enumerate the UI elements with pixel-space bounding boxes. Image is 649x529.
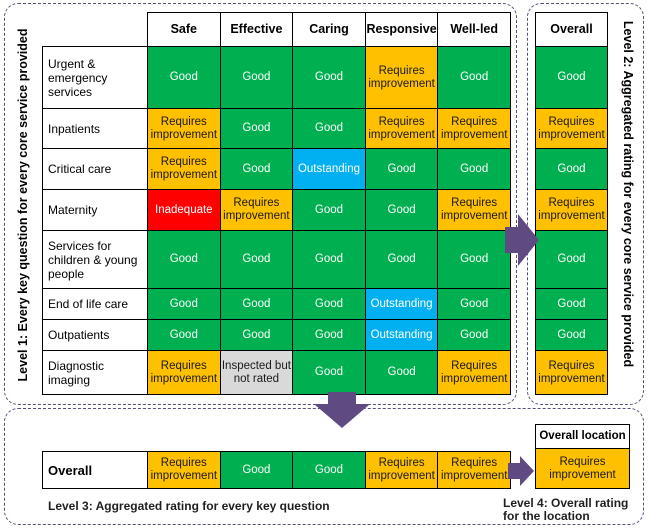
arrow-down-to-level3-icon: [314, 392, 370, 428]
rating-cell-well-led: Requires improvement: [437, 189, 511, 231]
rating-cell-well-led: Good: [437, 148, 511, 190]
rating-cell-caring: Good: [292, 108, 366, 149]
service-name: Urgent & emergency services: [42, 46, 148, 109]
overall-service-rating: Good: [535, 46, 608, 109]
overall-service-rating: Requires improvement: [535, 189, 608, 231]
level3-rating-well-led: Requires improvement: [437, 451, 511, 489]
service-row-inpatients: Inpatients Requires improvement Good Good Re…: [42, 108, 511, 149]
arrow-right-to-level2-icon: [505, 214, 539, 266]
level1-label: Level 1: Every key question for every co…: [16, 28, 30, 382]
rating-cell-caring: Good: [292, 350, 366, 395]
level3-rating-safe: Requires improvement: [147, 451, 221, 489]
level1-ratings-table: Safe Effective Caring Responsive Well-led Urg…: [42, 12, 511, 395]
service-row-urgent-emergency-services: Urgent & emergency services Good Good Good R…: [42, 46, 511, 109]
service-name: End of life care: [42, 288, 148, 320]
rating-cell-well-led: Good: [437, 319, 511, 351]
column-header-well-led: Well-led: [437, 12, 511, 47]
service-name: Critical care: [42, 148, 148, 190]
rating-cell-caring: Good: [292, 319, 366, 351]
service-name: Services for children & young people: [42, 230, 148, 289]
rating-cell-responsive: Good: [364, 350, 439, 395]
overall-location-rating: Requires improvement: [535, 448, 630, 489]
rating-cell-caring: Good: [292, 46, 366, 109]
overall-service-rating: Good: [535, 319, 608, 351]
rating-cell-safe: Good: [147, 288, 221, 320]
level3-rating-effective: Good: [219, 451, 294, 489]
rating-cell-effective: Good: [219, 230, 294, 289]
service-row-end-of-life-care: End of life care Good Good Good Outstanding G…: [42, 288, 511, 320]
service-name: Diagnostic imaging: [42, 350, 148, 395]
rating-cell-safe: Good: [147, 319, 221, 351]
rating-cell-well-led: Requires improvement: [437, 350, 511, 395]
overall-service-rating: Good: [535, 230, 608, 289]
column-header-safe: Safe: [147, 12, 221, 47]
rating-cell-responsive: Good: [364, 230, 439, 289]
overall-service-rating: Good: [535, 288, 608, 320]
column-header-overall: Overall: [535, 12, 608, 47]
service-row-critical-care: Critical care Requires improvement Good Out…: [42, 148, 511, 190]
overall-location-header: Overall location: [535, 424, 630, 449]
level3-overall-row: Overall Requires improvement Good Good Requi…: [42, 451, 511, 489]
blank-corner: [42, 12, 148, 47]
level2-label: Level 2: Aggregated rating for every cor…: [621, 20, 635, 368]
service-name: Outpatients: [42, 319, 148, 351]
column-header-responsive: Responsive: [364, 12, 439, 47]
service-row-services-for-children-young-people: Services for children & young people Good…: [42, 230, 511, 289]
rating-cell-safe: Requires improvement: [147, 148, 221, 190]
rating-cell-effective: Good: [219, 108, 294, 149]
arrow-right-to-level4-icon: [508, 456, 534, 486]
rating-cell-safe: Inadequate: [147, 189, 221, 231]
rating-cell-well-led: Good: [437, 230, 511, 289]
rating-cell-caring: Good: [292, 288, 366, 320]
rating-cell-responsive: Requires improvement: [364, 108, 439, 149]
level4-caption: Level 4: Overall rating for the location: [503, 496, 629, 523]
column-header-caring: Caring: [292, 12, 366, 47]
rating-cell-effective: Requires improvement: [219, 189, 294, 231]
rating-cell-safe: Good: [147, 46, 221, 109]
level3-rating-caring: Good: [292, 451, 366, 489]
rating-cell-responsive: Good: [364, 189, 439, 231]
rating-cell-effective: Good: [219, 46, 294, 109]
rating-cell-well-led: Good: [437, 288, 511, 320]
rating-cell-effective: Good: [219, 288, 294, 320]
rating-cell-safe: Good: [147, 230, 221, 289]
level3-rating-responsive: Requires improvement: [364, 451, 439, 489]
rating-cell-responsive: Good: [364, 148, 439, 190]
rating-cell-responsive: Outstanding: [364, 288, 439, 320]
service-row-diagnostic-imaging: Diagnostic imaging Requires improvement In…: [42, 350, 511, 395]
rating-cell-safe: Requires improvement: [147, 108, 221, 149]
service-row-maternity: Maternity Inadequate Requires improvement G…: [42, 189, 511, 231]
service-row-outpatients: Outpatients Good Good Good Outstanding Good: [42, 319, 511, 351]
rating-cell-caring: Outstanding: [292, 148, 366, 190]
overall-service-rating: Requires improvement: [535, 350, 608, 395]
level3-caption: Level 3: Aggregated rating for every key…: [48, 499, 330, 513]
level3-overall-label: Overall: [42, 451, 148, 489]
rating-cell-caring: Good: [292, 230, 366, 289]
rating-cell-safe: Requires improvement: [147, 350, 221, 395]
service-name: Maternity: [42, 189, 148, 231]
rating-cell-well-led: Requires improvement: [437, 108, 511, 149]
rating-cell-responsive: Outstanding: [364, 319, 439, 351]
rating-cell-responsive: Requires improvement: [364, 46, 439, 109]
rating-cell-effective: Good: [219, 319, 294, 351]
rating-cell-well-led: Good: [437, 46, 511, 109]
overall-service-rating: Requires improvement: [535, 108, 608, 149]
rating-cell-caring: Good: [292, 189, 366, 231]
rating-cell-effective: Good: [219, 148, 294, 190]
level4-location-table: Overall location Requires improvement: [535, 424, 630, 489]
rating-cell-effective: Inspected but not rated: [219, 350, 294, 395]
level2-overall-table: Overall Good Requires improvement Good Requi…: [535, 12, 608, 395]
overall-service-rating: Good: [535, 148, 608, 190]
column-header-effective: Effective: [219, 12, 294, 47]
service-name: Inpatients: [42, 108, 148, 149]
